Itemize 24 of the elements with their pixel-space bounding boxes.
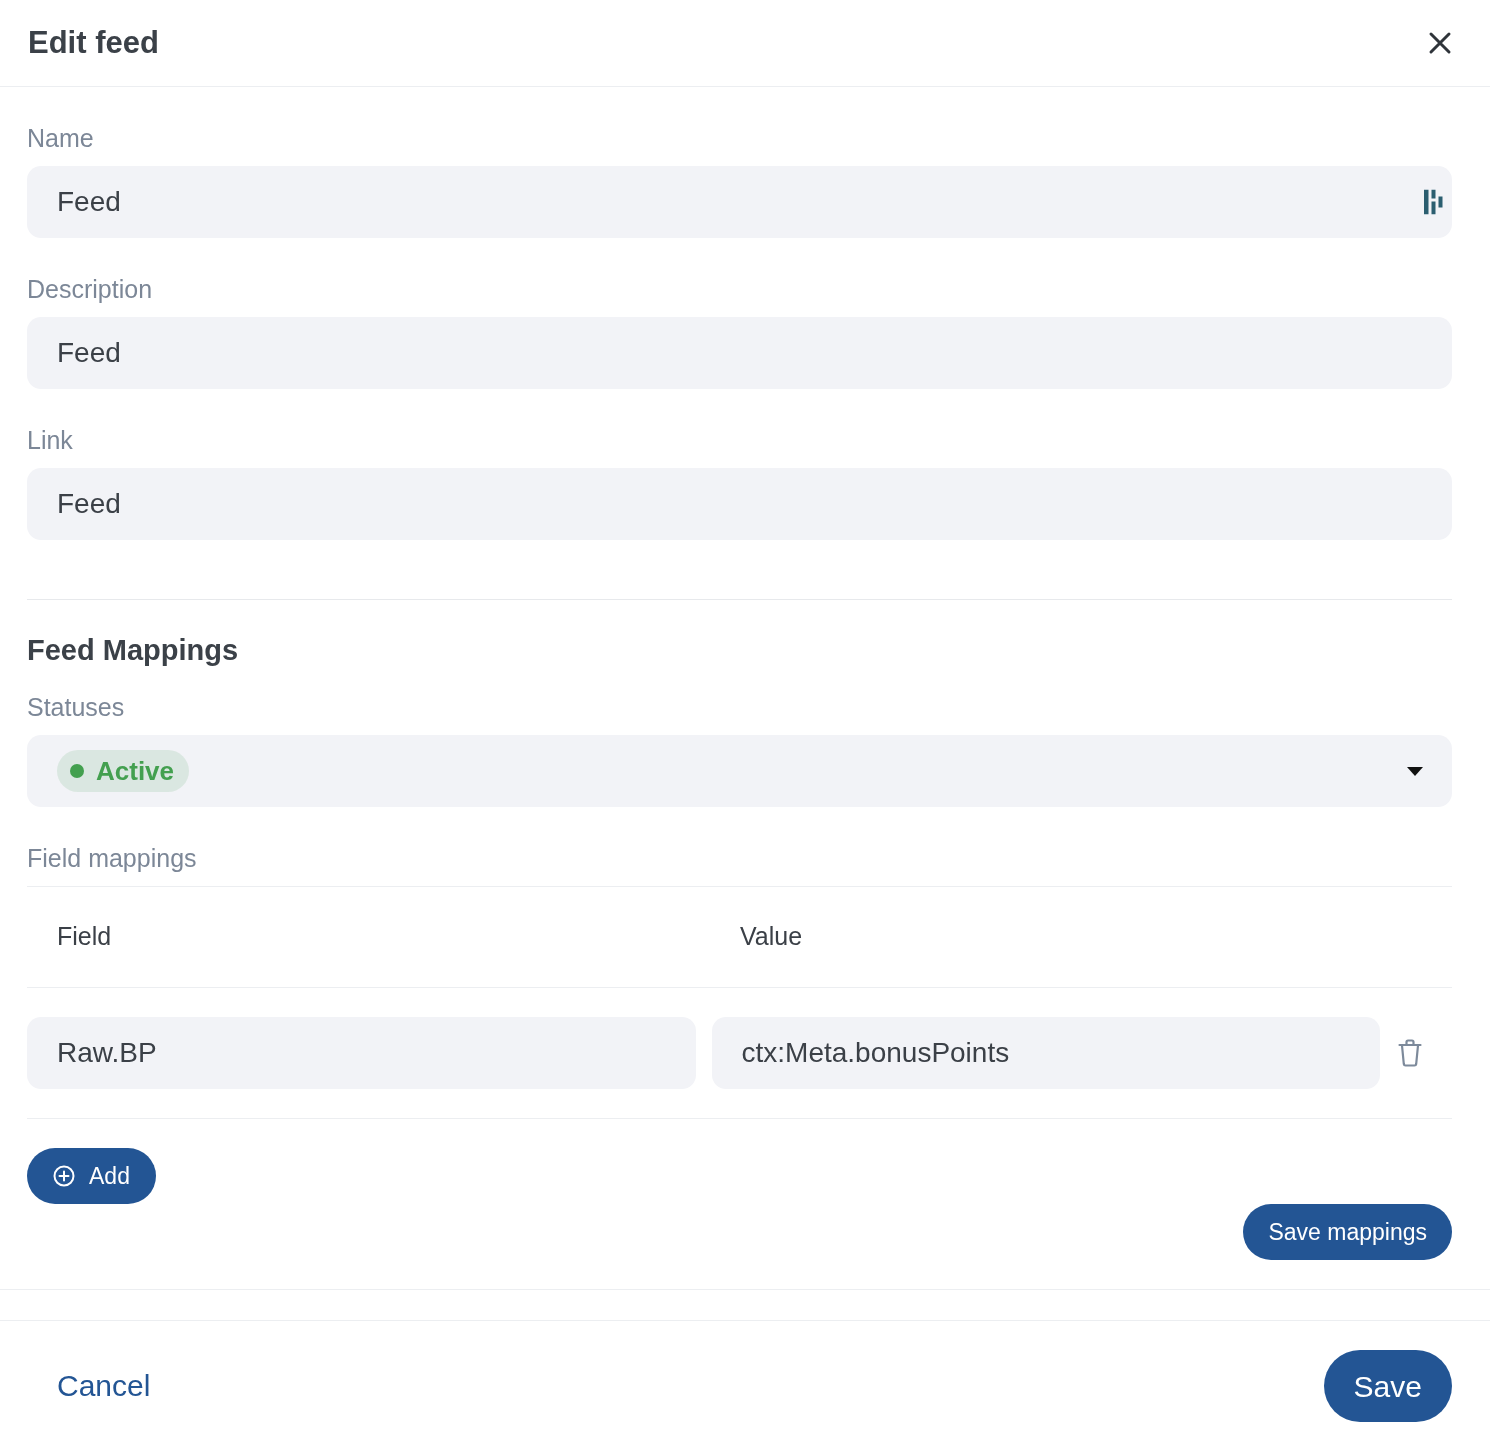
add-button[interactable]: Add [27,1148,156,1204]
field-label: Field mappings [27,843,198,874]
dialog-title: Edit feed [28,24,159,62]
save-button[interactable]: Save [1323,1350,1452,1422]
close-icon[interactable] [1428,31,1452,55]
text-field[interactable]: Feed [27,166,1452,238]
plus-circle-icon [53,1165,75,1187]
caret-down-icon[interactable] [1407,766,1423,776]
save-mappings-button[interactable]: Save mappings [1243,1204,1452,1260]
field-input[interactable]: Raw.BP [27,1017,696,1089]
field-label: Link [27,425,74,456]
column-header: Field [56,921,113,953]
text-field[interactable]: Feed [27,317,1452,389]
field-label: Statuses [27,692,126,723]
bars-logo-icon[interactable] [1424,189,1443,215]
trash-icon[interactable] [1398,1039,1422,1067]
column-header: Value [739,921,804,953]
cancel-link[interactable]: Cancel [57,1368,151,1404]
value-input[interactable]: ctx:Meta.bonusPoints [711,1017,1380,1089]
field-label: Name [27,123,95,154]
status-text: Active [96,754,175,788]
field-label: Description [27,274,154,305]
text-field[interactable]: Feed [27,468,1452,540]
section-title: Feed Mappings [27,633,240,668]
